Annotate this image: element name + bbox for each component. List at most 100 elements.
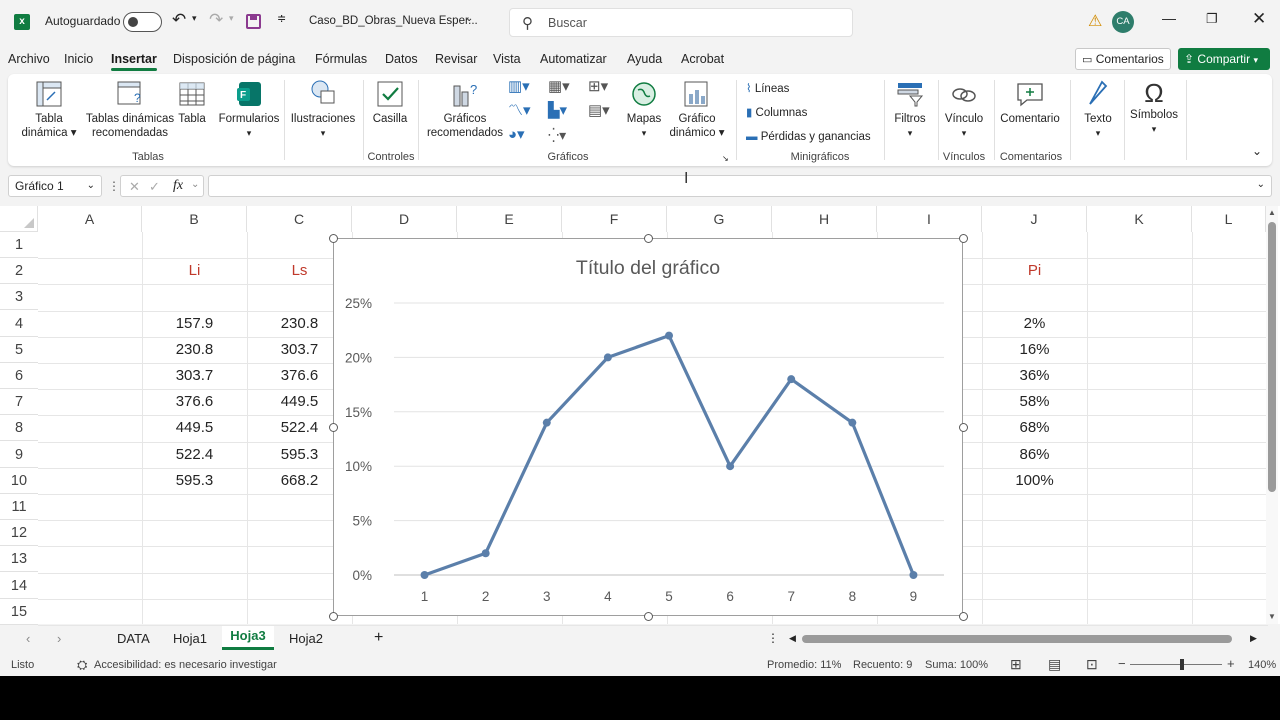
scroll-down-icon[interactable]: ▼ [1268,612,1276,621]
resize-handle[interactable] [959,234,968,243]
link-button[interactable]: Vínculo ▾ [942,80,986,140]
forms-button[interactable]: F Formularios ▾ [212,80,286,140]
tab-acrobat[interactable]: Acrobat [681,52,724,66]
resize-handle[interactable] [329,423,338,432]
share-button[interactable]: ⇪ Compartir ▾ [1178,48,1270,70]
line-chart[interactable]: Título del gráfico 0% 5% 10% 15% 20% 25% 1 2 3 4 5… [333,238,963,616]
data-point[interactable] [542,418,551,427]
comments-button[interactable]: ▭ Comentarios [1075,48,1171,70]
cell-pi[interactable]: 100% [982,468,1087,494]
sparkline-columns-button[interactable]: ▮ Columnas [746,106,807,120]
header-pi[interactable]: Pi [982,258,1087,284]
resize-handle[interactable] [644,234,653,243]
sparkline-lines-button[interactable]: ⌇ Líneas [746,82,789,96]
row-header-12[interactable]: 12 [0,520,38,547]
cell-li[interactable]: 595.3 [142,468,247,494]
avatar[interactable]: CA [1112,11,1134,33]
column-header-g[interactable]: G [667,206,772,232]
row-header-7[interactable]: 7 [0,389,38,416]
cell-pi[interactable]: 16% [982,337,1087,363]
recommended-charts-button[interactable]: ? Gráficos recomendados [424,80,506,140]
tab-automatizar[interactable]: Automatizar [540,52,607,66]
column-header-d[interactable]: D [352,206,457,232]
filename-dropdown-icon[interactable]: ⌄ [465,13,473,24]
row-header-5[interactable]: 5 [0,337,38,363]
page-layout-view-icon[interactable]: ▤ [1048,656,1061,673]
enter-icon[interactable]: ✓ [149,179,160,195]
column-header-j[interactable]: J [982,206,1087,232]
row-header-14[interactable]: 14 [0,573,38,599]
filename[interactable]: Caso_BD_Obras_Nueva Esper... [309,15,478,27]
scroll-right-icon[interactable]: ▶ [1250,633,1257,644]
restore-icon[interactable]: ❐ [1206,11,1218,27]
status-average[interactable]: Promedio: 11% [767,659,841,671]
more-icon[interactable]: ⋮ [108,179,120,193]
sheet-tab-data[interactable]: DATA [117,631,150,646]
accessibility-icon[interactable]: ⛭ [77,657,87,673]
zoom-slider[interactable] [1130,659,1222,670]
hierarchy-chart-icon[interactable]: ▦▾ [548,79,570,94]
zoom-level[interactable]: 140% [1248,659,1276,671]
sparkline-winloss-button[interactable]: ▬ Pérdidas y ganancias [746,130,871,144]
checkbox-control-button[interactable]: Casilla [366,80,414,126]
tab-formulas[interactable]: Fórmulas [315,52,367,66]
data-point[interactable] [848,418,857,427]
column-header-c[interactable]: C [247,206,352,232]
column-header-k[interactable]: K [1087,206,1192,232]
row-header-2[interactable]: 2 [0,258,38,285]
tab-insertar[interactable]: Insertar [111,52,157,71]
row-header-8[interactable]: 8 [0,415,38,442]
accessibility-status[interactable]: Accesibilidad: es necesario investigar [94,659,277,671]
cell-pi[interactable]: 58% [982,389,1087,415]
header-li[interactable]: Li [142,258,247,284]
comment-button[interactable]: Comentario [998,80,1062,126]
resize-handle[interactable] [959,612,968,621]
data-point[interactable] [481,549,490,558]
data-point[interactable] [420,571,429,579]
tab-archivo[interactable]: Archivo [8,52,50,66]
tab-ayuda[interactable]: Ayuda [627,52,662,66]
formula-input[interactable]: ⌄ [208,175,1272,197]
resize-handle[interactable] [959,423,968,432]
close-icon[interactable]: ✕ [1252,9,1266,29]
text-button[interactable]: Texto ▾ [1078,78,1118,140]
normal-view-icon[interactable]: ⊞ [1010,656,1022,673]
autosave-toggle[interactable] [123,12,162,32]
spreadsheet-grid[interactable]: ABCDEFGHIJKL 1 2 3 4 5 6 7 8 9 10 11 12 13 14 15 Li Ls… [0,206,1280,626]
row-header-13[interactable]: 13 [0,546,38,573]
prev-sheet-icon[interactable]: ‹ [26,631,30,646]
save-icon[interactable] [246,14,261,29]
ribbon-collapse-icon[interactable]: ⌄ [1252,144,1262,158]
tab-inicio[interactable]: Inicio [64,52,93,66]
tab-vista[interactable]: Vista [493,52,521,66]
vertical-scroll-thumb[interactable] [1268,222,1276,492]
scroll-up-icon[interactable]: ▲ [1268,208,1276,217]
column-header-b[interactable]: B [142,206,247,232]
status-sum[interactable]: Suma: 100% [925,659,988,671]
filters-button[interactable]: Filtros ▾ [888,80,932,140]
resize-handle[interactable] [329,612,338,621]
table-button[interactable]: Tabla [174,80,210,126]
column-header-l[interactable]: L [1192,206,1266,232]
resize-handle[interactable] [644,612,653,621]
data-point[interactable] [665,331,673,340]
sheet-tab-hoja1[interactable]: Hoja1 [173,631,207,646]
column-header-e[interactable]: E [457,206,562,232]
row-header-6[interactable]: 6 [0,363,38,389]
data-point[interactable] [909,571,918,579]
column-header-i[interactable]: I [877,206,982,232]
scroll-left-icon[interactable]: ◀ [789,633,796,644]
column-chart-icon[interactable]: ▥▾ [508,79,530,94]
page-break-view-icon[interactable]: ⊡ [1086,656,1098,673]
data-point[interactable] [787,375,796,384]
select-all-corner[interactable] [0,206,38,232]
row-header-1[interactable]: 1 [0,232,38,258]
sheet-tab-hoja3-active[interactable]: Hoja3 [222,626,274,650]
undo-icon[interactable]: ↶ [172,10,186,30]
illustrations-button[interactable]: Ilustraciones ▾ [288,78,358,140]
tab-revisar[interactable]: Revisar [435,52,477,66]
symbols-button[interactable]: Ω Símbolos ▾ [1128,78,1180,136]
add-sheet-icon[interactable]: + [374,629,383,647]
zoom-slider-thumb[interactable] [1180,659,1184,670]
cell-pi[interactable]: 2% [982,311,1087,337]
